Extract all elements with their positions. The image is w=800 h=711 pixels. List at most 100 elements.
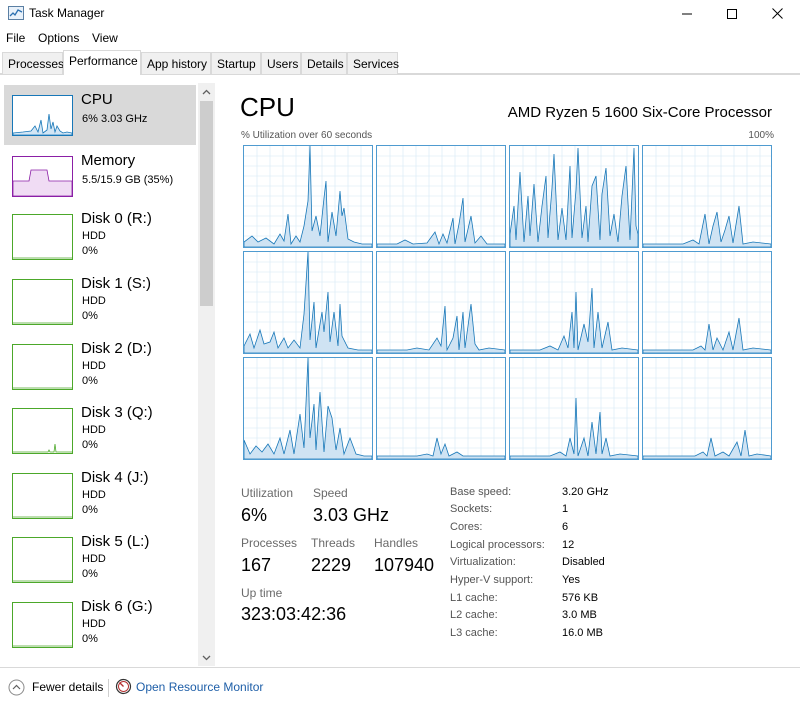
sidebar-item-title: Disk 2 (D:) [81, 340, 152, 357]
sidebar-item-title: Disk 3 (Q:) [81, 404, 153, 421]
sidebar-item-disk-6[interactable]: Disk 6 (G:) HDD 0% [4, 592, 196, 652]
sidebar-item-usage: 0% [82, 633, 98, 645]
core-graph-9 [243, 357, 373, 460]
sidebar-item-disk-1[interactable]: Disk 1 (S:) HDD 0% [4, 269, 196, 329]
minimize-icon [682, 13, 692, 14]
spec-value: 3.0 MB [562, 609, 597, 621]
spec-value: Yes [562, 574, 580, 586]
sidebar-item-disk-2[interactable]: Disk 2 (D:) HDD 0% [4, 334, 196, 394]
chevron-up-circle-icon[interactable] [8, 679, 25, 696]
menu-options[interactable]: Options [38, 31, 79, 45]
core-graph-12 [642, 357, 772, 460]
disk-thumbnail-graph [12, 537, 73, 583]
cpu-thumbnail-graph [12, 95, 73, 136]
graph-max-label: 100% [748, 130, 774, 141]
sidebar-item-cpu[interactable]: CPU 6% 3.03 GHz [4, 85, 196, 145]
sidebar-item-title: Disk 0 (R:) [81, 210, 152, 227]
core-graph-11 [509, 357, 639, 460]
sidebar-item-title: Disk 5 (L:) [81, 533, 150, 550]
footer-bar: Fewer details Open Resource Monitor [0, 667, 800, 711]
tab-processes[interactable]: Processes [2, 52, 64, 74]
spec-value: 576 KB [562, 592, 599, 604]
processes-value: 167 [241, 555, 272, 575]
speed-label: Speed [313, 486, 348, 500]
title-bar[interactable]: Task Manager [0, 0, 800, 27]
disk-thumbnail-graph [12, 602, 73, 648]
fewer-details-button[interactable]: Fewer details [32, 680, 103, 694]
spec-label: Hyper-V support: [450, 574, 534, 586]
tab-users[interactable]: Users [261, 52, 301, 74]
resource-monitor-icon[interactable] [115, 678, 132, 695]
threads-label: Threads [311, 536, 356, 550]
menu-view[interactable]: View [92, 31, 118, 45]
open-resource-monitor-link[interactable]: Open Resource Monitor [136, 680, 263, 694]
sidebar-item-disk-0[interactable]: Disk 0 (R:) HDD 0% [4, 204, 196, 264]
sidebar-item-detail: 5.5/15.9 GB (35%) [82, 174, 174, 186]
scrollbar-thumb[interactable] [200, 101, 213, 306]
sidebar-item-title: Disk 6 (G:) [81, 598, 153, 615]
sidebar-scrollbar[interactable] [198, 83, 215, 666]
tab-startup[interactable]: Startup [211, 52, 261, 74]
disk-thumbnail-graph [12, 408, 73, 454]
minimize-button[interactable] [664, 0, 710, 27]
uptime-label: Up time [241, 586, 283, 600]
utilization-value: 6% [241, 505, 268, 525]
sidebar-item-usage: 0% [82, 245, 98, 257]
sidebar-item-title: Disk 4 (J:) [81, 469, 149, 486]
spec-label: L3 cache: [450, 627, 498, 639]
utilization-label: Utilization [241, 486, 294, 500]
tab-services[interactable]: Services [347, 52, 399, 74]
spec-value: 3.20 GHz [562, 486, 609, 498]
spec-value: 6 [562, 521, 569, 533]
disk-thumbnail-graph [12, 473, 73, 519]
core-graph-2 [376, 145, 506, 248]
core-graph-6 [376, 251, 506, 354]
window-title: Task Manager [29, 6, 105, 20]
sidebar-item-disk-3[interactable]: Disk 3 (Q:) HDD 0% [4, 398, 196, 458]
spec-label: Base speed: [450, 486, 512, 498]
core-graph-7 [509, 251, 639, 354]
close-icon [771, 8, 783, 19]
cpu-model-name: AMD Ryzen 5 1600 Six-Core Processor [507, 104, 772, 121]
logical-processor-graphs [243, 145, 773, 461]
processes-label: Processes [241, 536, 298, 550]
uptime-value: 323:03:42:36 [241, 604, 347, 624]
sidebar-item-memory[interactable]: Memory 5.5/15.9 GB (35%) [4, 146, 196, 206]
memory-thumbnail-graph [12, 156, 73, 197]
spec-value: 1 [562, 503, 569, 515]
maximize-button[interactable] [709, 0, 755, 27]
sidebar-item-usage: 0% [82, 568, 98, 580]
footer-divider [108, 679, 109, 697]
sidebar-item-usage: 0% [82, 439, 98, 451]
sidebar-item-usage: 0% [82, 310, 98, 322]
core-graph-10 [376, 357, 506, 460]
handles-label: Handles [374, 536, 419, 550]
menu-bar: File Options View [0, 27, 800, 49]
sidebar-item-disk-4[interactable]: Disk 4 (J:) HDD 0% [4, 463, 196, 523]
tab-details[interactable]: Details [301, 52, 347, 74]
sidebar-item-type: HDD [82, 360, 106, 372]
menu-file[interactable]: File [6, 31, 25, 45]
tab-app-history[interactable]: App history [141, 52, 211, 74]
sidebar-item-type: HDD [82, 295, 106, 307]
sidebar-item-title: Memory [81, 152, 136, 169]
scroll-down-arrow-icon[interactable] [198, 649, 215, 666]
tab-bar: Processes Performance App history Startu… [0, 50, 800, 75]
tab-performance[interactable]: Performance [63, 50, 141, 75]
sidebar-item-disk-5[interactable]: Disk 5 (L:) HDD 0% [4, 527, 196, 587]
spec-label: Cores: [450, 521, 483, 533]
close-button[interactable] [754, 0, 800, 27]
scroll-up-arrow-icon[interactable] [198, 83, 215, 100]
disk-thumbnail-graph [12, 214, 73, 260]
disk-thumbnail-graph [12, 344, 73, 390]
core-graph-1 [243, 145, 373, 248]
sidebar-item-type: HDD [82, 230, 106, 242]
disk-thumbnail-graph [12, 279, 73, 325]
sidebar-item-usage: 0% [82, 504, 98, 516]
sidebar-item-usage: 0% [82, 375, 98, 387]
spec-value: 16.0 MB [562, 627, 603, 639]
spec-value: Disabled [562, 556, 605, 568]
spec-label: L2 cache: [450, 609, 498, 621]
sidebar-item-title: CPU [81, 91, 113, 108]
handles-value: 107940 [374, 555, 435, 575]
